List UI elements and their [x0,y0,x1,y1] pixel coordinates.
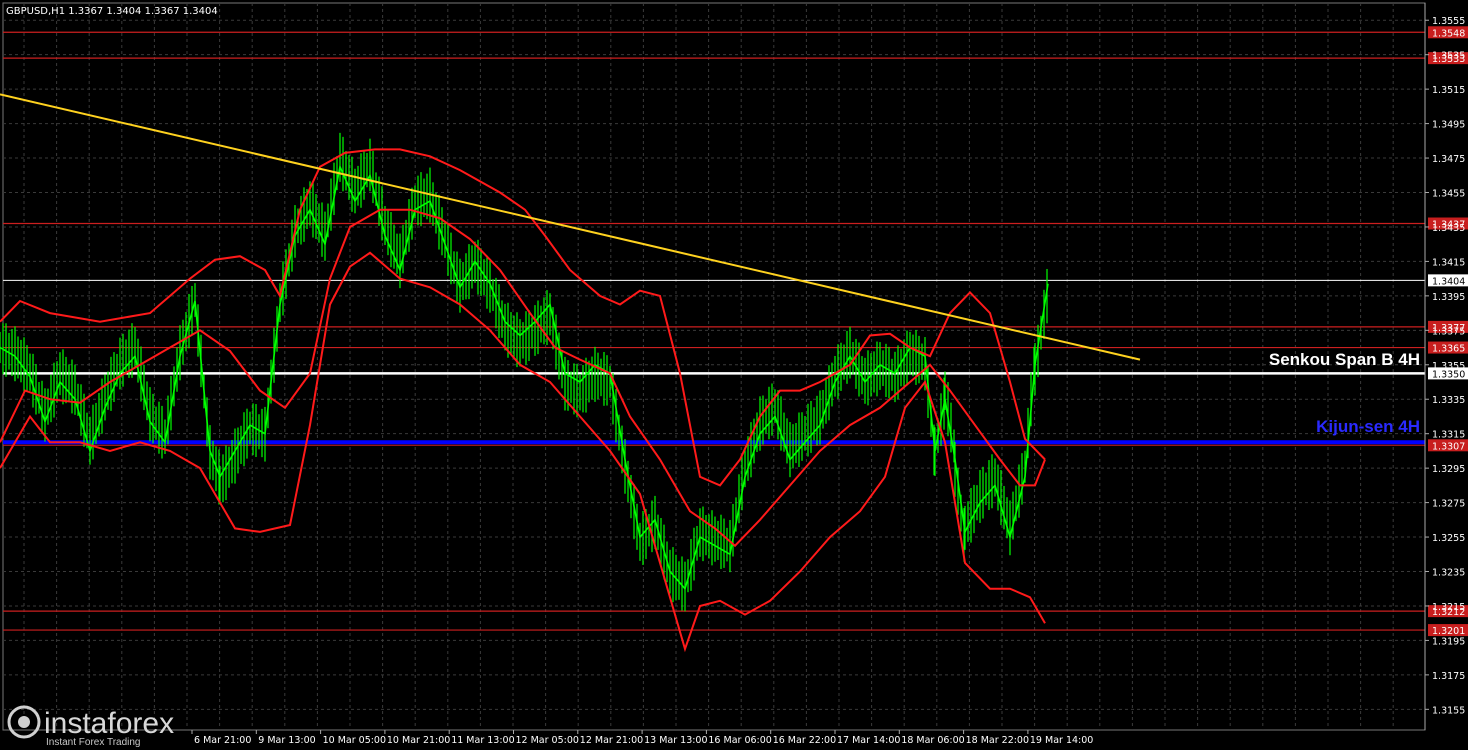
price-tick-label: 1.3335 [1432,395,1465,406]
instaforex-watermark: instaforex Instant Forex Trading [7,705,174,748]
price-tick-label: 1.3175 [1432,671,1465,682]
bollinger-bands [0,148,1046,653]
price-tick-label: 1.3275 [1432,499,1465,510]
support-resistance-level-value: 1.3365 [1432,344,1465,355]
price-tick-label: 1.3255 [1432,533,1465,544]
time-tick-label: 18 Mar 06:00 [901,735,964,746]
current-price-value: 1.3404 [1432,276,1465,287]
price-tick-label: 1.3475 [1432,154,1465,165]
upper-band-line [0,148,1046,487]
price-tick-label: 1.3295 [1432,464,1465,475]
price-tick-label: 1.3355 [1432,361,1465,372]
time-tick-label: 16 Mar 06:00 [708,735,771,746]
time-tick-label: 19 Mar 14:00 [1030,735,1093,746]
price-line [0,164,1049,591]
time-tick-label: 17 Mar 14:00 [837,735,900,746]
support-resistance-level-value: 1.3548 [1432,28,1465,39]
price-tick-label: 1.3455 [1432,189,1465,200]
chart-frame [2,2,1426,731]
time-tick-label: 12 Mar 05:00 [516,735,579,746]
price-tick-label: 1.3415 [1432,257,1465,268]
time-tick-label: 9 Mar 13:00 [258,735,315,746]
watermark-tagline: Instant Forex Trading [46,737,141,748]
chart-symbol-title: GBPUSD,H1 1.3367 1.3404 1.3367 1.3404 [6,6,218,17]
time-tick-label: 13 Mar 13:00 [644,735,707,746]
price-tick-label: 1.3395 [1432,292,1465,303]
price-axis: 1.3555 1.3535 1.3515 1.3495 1.3475 1.3455 1.34… [1424,3,1465,730]
price-tick-label: 1.3215 [1432,602,1465,613]
price-tick-label: 1.3155 [1432,705,1465,716]
price-series [0,132,1049,612]
senkou-span-label: Senkou Span B 4H [1269,350,1420,369]
price-tick-label: 1.3495 [1432,120,1465,131]
kijun-sen-label: Kijun-sen 4H [1316,417,1420,436]
price-tick-label: 1.3535 [1432,51,1465,62]
kijun-sen-value: 1.3307 [1432,441,1465,452]
time-tick-label: 16 Mar 22:00 [773,735,836,746]
time-tick-label: 10 Mar 21:00 [387,735,450,746]
time-tick-label: 10 Mar 05:00 [323,735,386,746]
time-tick-label: 6 Mar 21:00 [194,735,251,746]
price-tick-label: 1.3435 [1432,223,1465,234]
price-tick-label: 1.3235 [1432,568,1465,579]
price-tick-label: 1.3515 [1432,85,1465,96]
time-tick-label: 18 Mar 22:00 [966,735,1029,746]
price-tick-label: 1.3555 [1432,16,1465,27]
price-tick-label: 1.3375 [1432,326,1465,337]
watermark-brand: instaforex [44,707,174,740]
lower-band-line [0,251,1046,653]
middle-band-line [0,208,1046,548]
price-tick-label: 1.3315 [1432,430,1465,441]
time-tick-label: 11 Mar 13:00 [451,735,514,746]
price-tick-label: 1.3195 [1432,636,1465,647]
price-chart[interactable]: 1.35481.35331.34371.33771.33651.32121.32… [0,0,1468,750]
time-tick-label: 12 Mar 21:00 [580,735,643,746]
chart-grid [2,2,1426,731]
time-axis: 6 Mar 21:00 9 Mar 13:00 10 Mar 05:00 10 Mar… [191,730,1093,746]
